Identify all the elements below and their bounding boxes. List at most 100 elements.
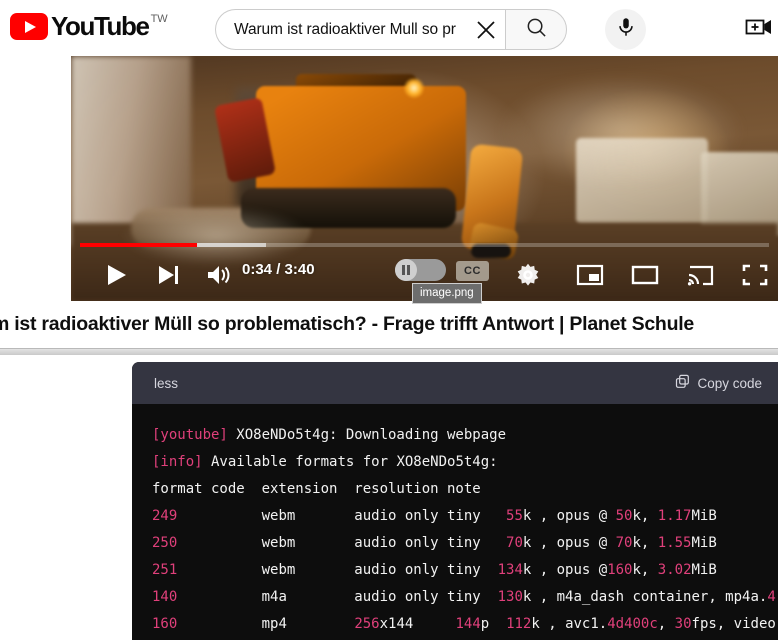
volume-button[interactable]: [201, 257, 235, 297]
search-button[interactable]: [505, 9, 567, 50]
miniplayer-icon: [576, 263, 604, 292]
code-token: fps, video: [691, 616, 776, 632]
code-token: 112: [506, 616, 532, 632]
code-line: 249 webm audio only tiny 55k , opus @ 50…: [152, 503, 778, 530]
code-token: 251: [152, 562, 178, 578]
create-video-camera-plus-icon: [745, 15, 773, 44]
close-x-icon[interactable]: [472, 16, 500, 44]
play-triangle-shape: [25, 20, 36, 33]
voice-search-button[interactable]: [605, 9, 646, 50]
code-token: k , opus @: [522, 562, 608, 578]
fullscreen-button[interactable]: [736, 257, 774, 297]
page-title: m ist radioaktiver Müll so problematisch…: [0, 313, 695, 335]
youtube-country-code: TW: [150, 13, 168, 25]
video-scene-lamp: [404, 78, 424, 98]
code-token: webm audio only tiny: [177, 508, 507, 524]
code-line: 140 m4a audio only tiny 130k , m4a_dash …: [152, 584, 778, 611]
search-input[interactable]: Warum ist radioaktiver Mull so pr: [215, 9, 505, 50]
code-token: [youtube]: [152, 427, 228, 443]
create-video-button[interactable]: [745, 16, 773, 42]
code-token: k , opus @: [522, 508, 616, 524]
code-token: 55: [506, 508, 523, 524]
code-token: 1.17: [657, 508, 692, 524]
code-token: webm audio only tiny: [177, 562, 498, 578]
code-token: m4a audio only tiny: [177, 589, 498, 605]
code-token: 3.02: [657, 562, 692, 578]
video-progress-bar[interactable]: [80, 243, 769, 247]
code-token: k , avc1.: [531, 616, 608, 632]
copy-duplicate-icon: [675, 374, 690, 392]
code-block-content: [youtube] XO8eNDo5t4g: Downloading webpa…: [132, 404, 778, 638]
image-filename-tooltip: image.png: [412, 283, 482, 304]
play-button[interactable]: [99, 257, 133, 297]
code-token: 160: [607, 562, 633, 578]
code-line: [youtube] XO8eNDo5t4g: Downloading webpa…: [152, 422, 778, 449]
next-video-button[interactable]: [151, 257, 185, 297]
settings-button[interactable]: [511, 257, 545, 297]
gear-settings-icon: [515, 262, 541, 293]
subtitles-cc-button[interactable]: CC: [456, 261, 489, 281]
code-token: 1.55: [657, 535, 692, 551]
code-token: 70: [506, 535, 523, 551]
youtube-header: YouTube TW Warum ist radioaktiver Mull s…: [0, 0, 778, 58]
code-token: x144: [379, 616, 414, 632]
code-token: 30: [674, 616, 692, 632]
code-token: mp4: [177, 616, 355, 632]
code-token: 4: [767, 589, 776, 605]
search-magnifier-icon: [525, 16, 548, 44]
horizontal-divider: [0, 348, 778, 355]
code-token: 256: [354, 616, 380, 632]
play-triangle-icon: [103, 262, 129, 293]
screenshot-root: YouTube TW Warum ist radioaktiver Mull s…: [0, 0, 778, 640]
code-token: 250: [152, 535, 178, 551]
autoplay-toggle[interactable]: [395, 259, 446, 281]
miniplayer-button[interactable]: [571, 257, 609, 297]
progress-played: [80, 243, 198, 247]
fullscreen-icon: [742, 263, 768, 292]
code-token: k , opus @: [522, 535, 616, 551]
code-token: 249: [152, 508, 178, 524]
code-token: 144: [413, 616, 481, 632]
theater-mode-button[interactable]: [626, 257, 664, 297]
code-token: 130: [497, 589, 523, 605]
video-time-display: 0:34 / 3:40: [242, 260, 315, 278]
code-token: ,: [657, 616, 675, 632]
youtube-logo[interactable]: YouTube TW: [10, 12, 168, 41]
code-token: MiB: [691, 562, 717, 578]
next-track-icon: [155, 262, 181, 293]
code-token: 134: [497, 562, 523, 578]
code-token: 70: [615, 535, 633, 551]
volume-speaker-icon: [205, 262, 231, 293]
code-token: 140: [152, 589, 178, 605]
copy-code-button[interactable]: Copy code: [675, 374, 762, 392]
code-token: k,: [632, 562, 658, 578]
code-language-label: less: [154, 375, 179, 391]
video-player[interactable]: 0:34 / 3:40 CC: [71, 56, 778, 301]
code-line: 160 mp4 256x144 144p 112k , avc1.4d400c,…: [152, 611, 778, 638]
code-token: Available formats for XO8eNDo5t4g:: [202, 454, 498, 470]
autoplay-toggle-paused-icon: [395, 259, 417, 281]
code-line: format code extension resolution note: [152, 476, 778, 503]
code-line: 251 webm audio only tiny 134k , opus @16…: [152, 557, 778, 584]
code-token: XO8eNDo5t4g: Downloading webpage: [227, 427, 507, 443]
code-token: format code extension resolution note: [152, 481, 481, 497]
code-token: 50: [615, 508, 633, 524]
video-scene-dust-right: [501, 76, 741, 186]
code-token: MiB: [691, 535, 717, 551]
youtube-wordmark: YouTube: [51, 11, 150, 41]
code-token: k,: [632, 508, 658, 524]
cast-to-tv-icon: [686, 263, 714, 292]
code-line: 250 webm audio only tiny 70k , opus @ 70…: [152, 530, 778, 557]
code-token: k,: [632, 535, 658, 551]
search-input-value: Warum ist radioaktiver Mull so pr: [234, 20, 456, 38]
code-token: 4d400c: [607, 616, 658, 632]
code-line: [info] Available formats for XO8eNDo5t4g…: [152, 449, 778, 476]
code-block: less Copy code [youtube] XO8eNDo5t4g: Do…: [132, 362, 778, 640]
code-token: 160: [152, 616, 178, 632]
cast-button[interactable]: [681, 257, 719, 297]
youtube-play-icon: [10, 13, 48, 40]
copy-code-label: Copy code: [697, 375, 762, 391]
theater-mode-icon: [631, 263, 659, 292]
code-token: k , m4a_dash container, mp4a.: [522, 589, 768, 605]
code-block-header: less Copy code: [132, 362, 778, 404]
